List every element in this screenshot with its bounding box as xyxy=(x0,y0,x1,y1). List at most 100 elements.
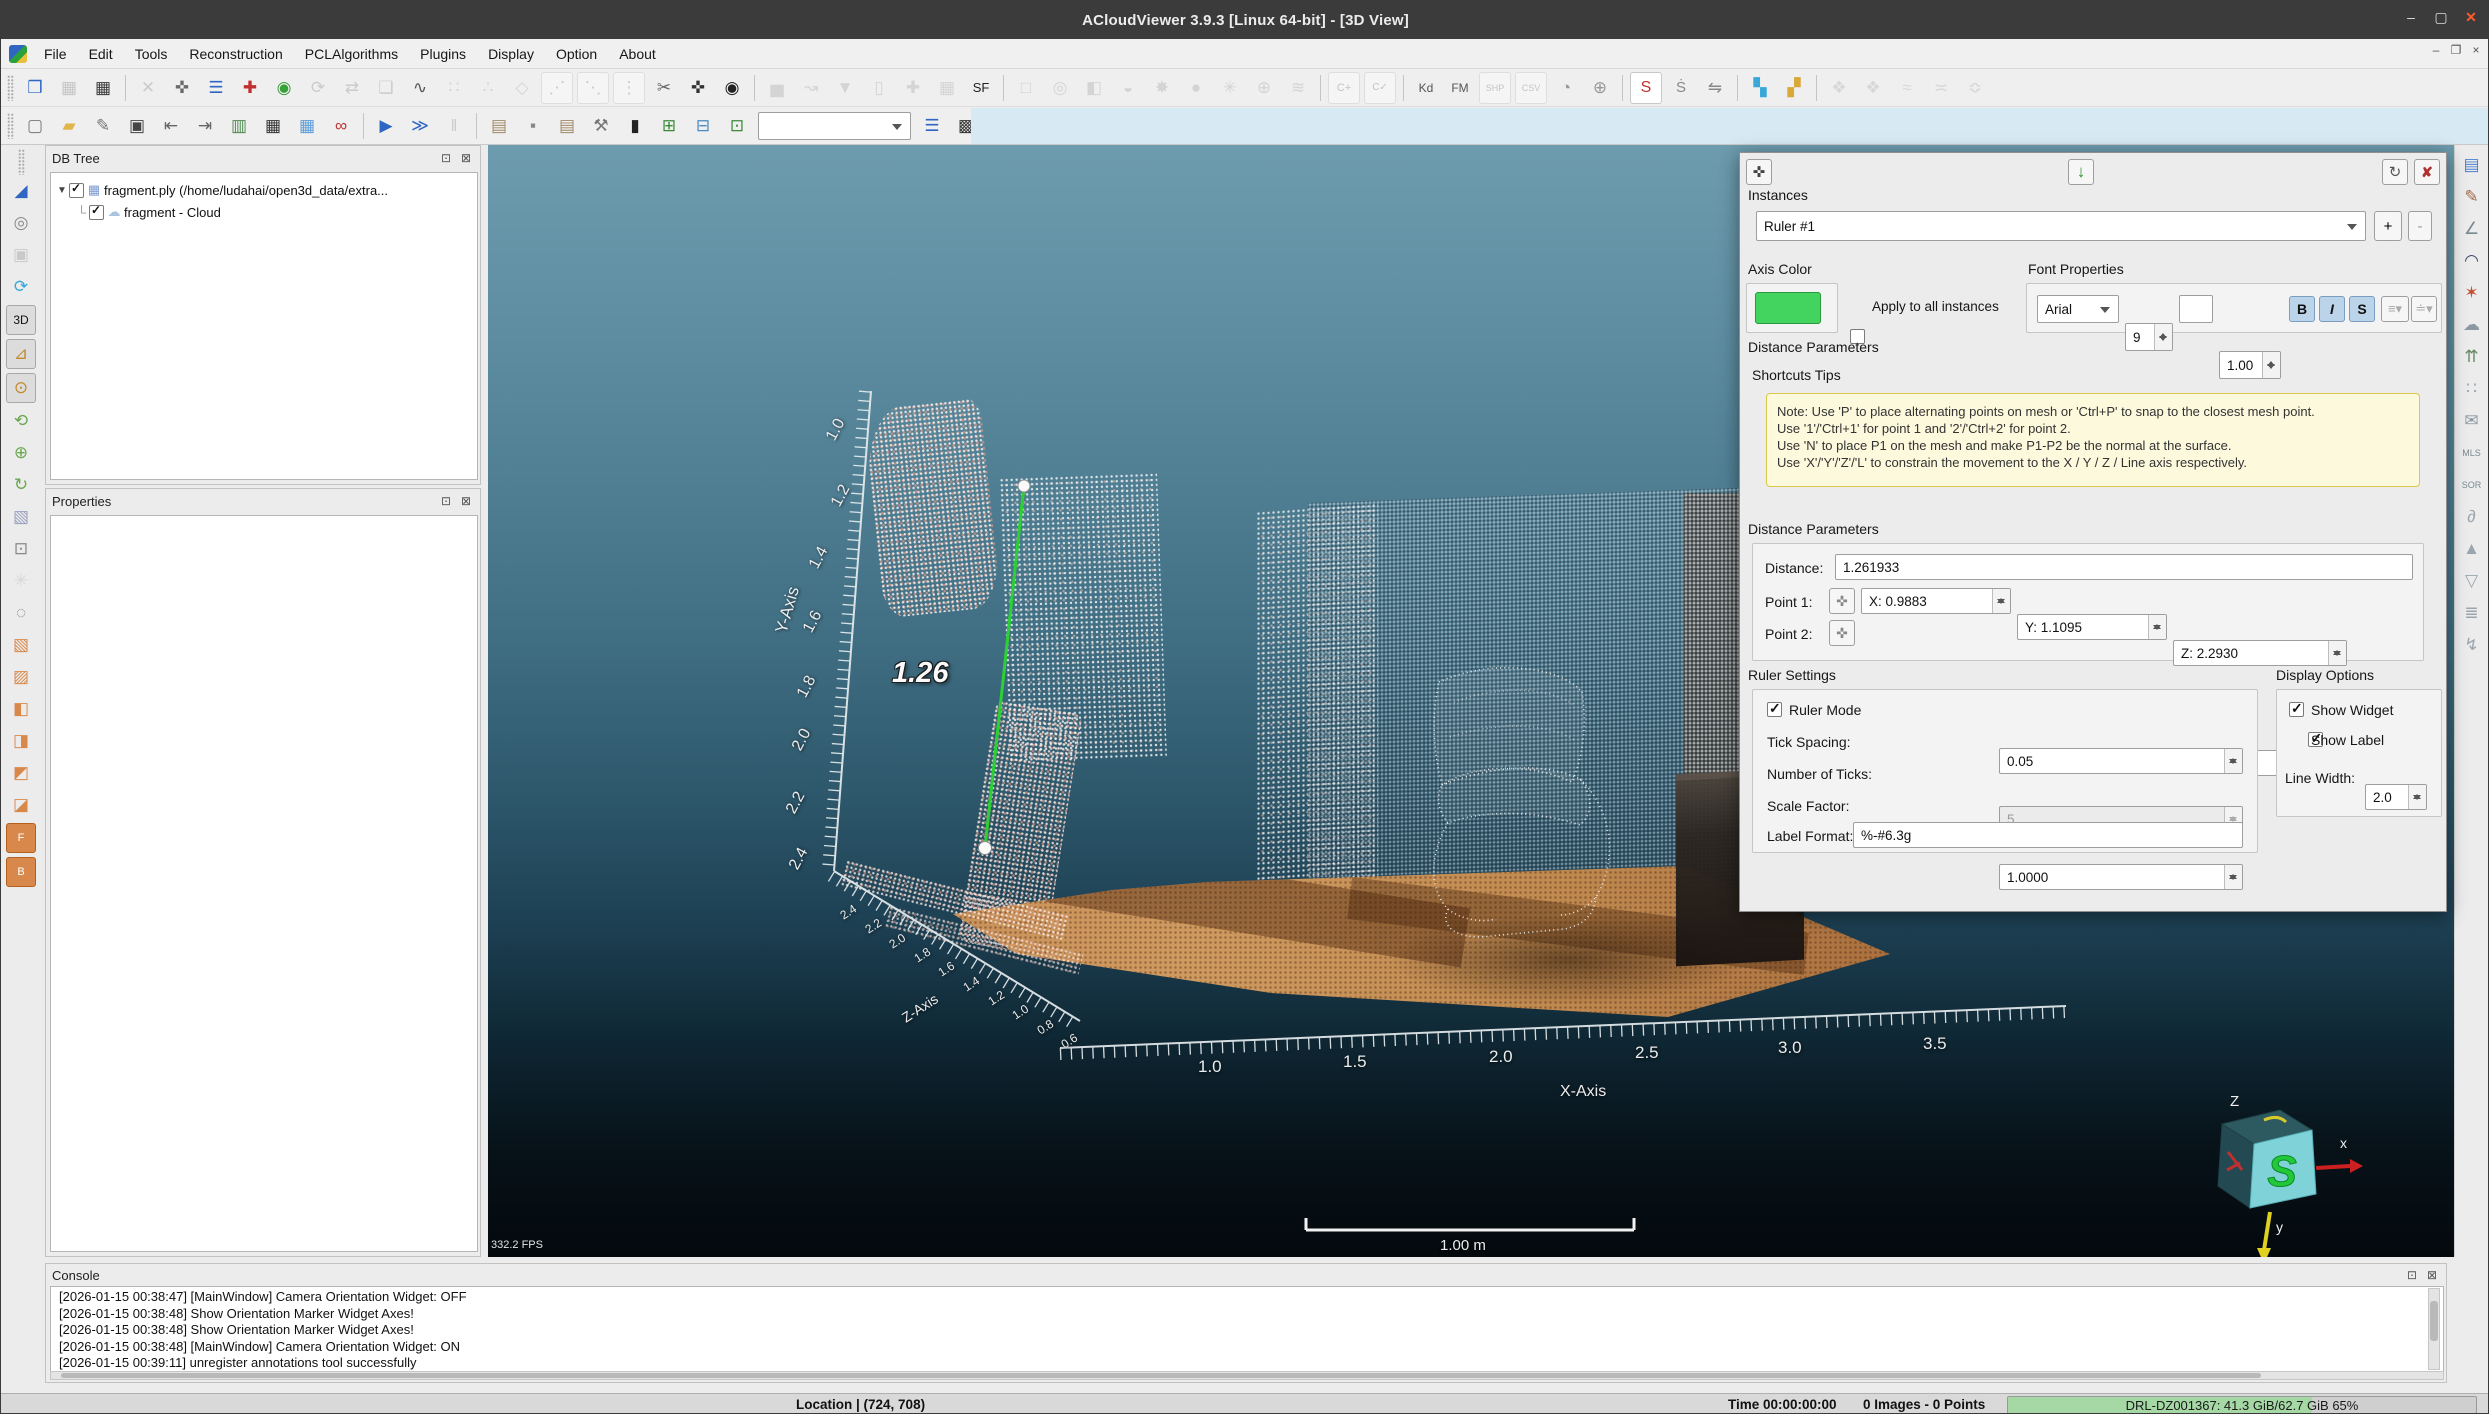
fit-view-icon[interactable]: ✳ xyxy=(7,567,35,595)
ruler-dialog[interactable]: ✜ ↓ ↻ ✘ Instances Ruler #1 + - Axis Colo… xyxy=(1739,152,2447,912)
measurement-point-2[interactable] xyxy=(979,842,992,855)
scatter-z-icon[interactable]: ⋮ xyxy=(613,72,645,104)
point1-z-spinner[interactable]: Z: 2.2930 xyxy=(2173,640,2347,666)
scatter-x-icon[interactable]: ⋰ xyxy=(541,72,573,104)
spinner-arrows-icon[interactable] xyxy=(2224,865,2242,889)
trash-icon[interactable]: ▯ xyxy=(864,73,894,103)
spinner-arrows-icon[interactable] xyxy=(2262,352,2280,378)
stats-tool-icon[interactable]: ≎ xyxy=(1960,73,1990,103)
close-panel-icon[interactable]: ⊠ xyxy=(458,150,474,166)
wire-sphere-icon[interactable]: ⊕ xyxy=(1249,73,1279,103)
box-primitive-icon[interactable]: □ xyxy=(1011,73,1041,103)
align-tool-icon[interactable]: ❖ xyxy=(1824,73,1854,103)
rotate-x-icon[interactable]: ⟲ xyxy=(7,407,35,435)
building-edit-icon[interactable]: ▤ xyxy=(552,111,582,141)
view-bottom-icon[interactable]: ◪ xyxy=(7,791,35,819)
clone-icon[interactable]: ❏ xyxy=(371,73,401,103)
font-opacity-spinner[interactable]: 1.00 xyxy=(2219,351,2281,379)
annotation-list-icon[interactable]: ☰ xyxy=(917,111,947,141)
tree-row-root[interactable]: ▼ ▦ fragment.ply (/home/ludahai/open3d_d… xyxy=(55,179,473,201)
shp-file-icon[interactable]: SHP xyxy=(1479,72,1511,104)
menu-tools[interactable]: Tools xyxy=(124,42,179,66)
spinner-arrows-icon[interactable] xyxy=(2154,324,2172,350)
console-vscrollbar[interactable] xyxy=(2428,1288,2440,1370)
axis-color-swatch[interactable] xyxy=(1755,292,1821,324)
mdi-restore-button[interactable]: ❐ xyxy=(2448,42,2464,58)
wand-icon[interactable]: ↯ xyxy=(2458,631,2486,659)
measurement-point-1[interactable] xyxy=(1018,480,1030,492)
spinner-arrows-icon[interactable] xyxy=(2224,749,2242,773)
waves-icon[interactable]: ≋ xyxy=(1283,73,1313,103)
point1-y-spinner[interactable]: Y: 1.1095 xyxy=(2017,614,2167,640)
float-panel-icon[interactable]: ⊡ xyxy=(438,150,454,166)
grid2-icon[interactable]: ≣ xyxy=(2458,599,2486,627)
calculator-icon[interactable]: ▦ xyxy=(932,73,962,103)
tree-row-child[interactable]: └ ☁ fragment - Cloud xyxy=(55,201,473,223)
front-view-cube-icon[interactable]: F xyxy=(6,823,36,853)
pick-point1-icon[interactable]: ✜ xyxy=(1829,588,1855,614)
new-file-icon[interactable]: ▢ xyxy=(20,111,50,141)
primitive-factory-icon[interactable]: ◉ xyxy=(269,73,299,103)
view-top-icon[interactable]: ▧ xyxy=(7,631,35,659)
canupo-classify-icon[interactable]: C✓ xyxy=(1364,72,1396,104)
annotation-combo[interactable] xyxy=(758,112,911,140)
menu-plugins[interactable]: Plugins xyxy=(409,42,477,66)
flame-icon[interactable]: ✶ xyxy=(2458,279,2486,307)
apply-transform-icon[interactable]: ⇄ xyxy=(337,73,367,103)
flip-arrow-icon[interactable]: ⇋ xyxy=(1700,73,1730,103)
float-panel-icon[interactable]: ⊡ xyxy=(2404,1267,2420,1283)
label-format-input[interactable]: %-#6.3g xyxy=(1853,822,2243,848)
building-add-icon[interactable]: ⊞ xyxy=(654,111,684,141)
spinner-arrows-icon[interactable] xyxy=(2328,641,2346,665)
subsample-icon[interactable]: ∷ xyxy=(439,73,469,103)
rotate-free-icon[interactable]: ↻ xyxy=(7,471,35,499)
spinner-arrows-icon[interactable] xyxy=(2408,785,2426,809)
orientation-marker-widget[interactable]: S Z x y xyxy=(2178,1090,2368,1257)
csv-file-icon[interactable]: CSV xyxy=(1515,72,1547,104)
spinner-arrows-icon[interactable] xyxy=(2148,615,2166,639)
view-front-icon[interactable]: ▨ xyxy=(7,663,35,691)
scatter-y-icon[interactable]: ⋱ xyxy=(577,72,609,104)
minimize-button[interactable]: – xyxy=(2396,5,2426,29)
profile-icon[interactable]: ↝ xyxy=(796,73,826,103)
valign-dropdown[interactable]: ≐▾ xyxy=(2411,296,2437,322)
back-view-cube-icon[interactable]: B xyxy=(6,857,36,887)
image-view-icon[interactable]: ▥ xyxy=(224,111,254,141)
sphere-core-icon[interactable]: ◎ xyxy=(1045,73,1075,103)
step-forward-icon[interactable]: ≫ xyxy=(405,111,435,141)
save-measurement-icon[interactable]: ↓ xyxy=(2068,159,2094,185)
scale-factor-spinner[interactable]: 1.0000 xyxy=(1999,864,2243,890)
panel-toggle-icon[interactable]: ▤ xyxy=(2458,151,2486,179)
graph-link-icon[interactable]: ∞ xyxy=(326,111,356,141)
canupo-create-icon[interactable]: C+ xyxy=(1328,72,1360,104)
pick-point2-icon[interactable]: ✜ xyxy=(1829,620,1855,646)
save-all-icon[interactable]: ▦ xyxy=(88,73,118,103)
m3c2-classify-icon[interactable]: ▞ xyxy=(1779,73,1809,103)
close-dialog-icon[interactable]: ✘ xyxy=(2414,159,2440,185)
distance-input[interactable]: 1.261933 xyxy=(1835,554,2413,580)
s-dots-icon[interactable]: Ṡ xyxy=(1666,73,1696,103)
compare-tool-icon[interactable]: ≍ xyxy=(1926,73,1956,103)
close-panel-icon[interactable]: ⊠ xyxy=(458,493,474,509)
add-instance-button[interactable]: + xyxy=(2374,211,2402,241)
rotate-center-icon[interactable]: ⊕ xyxy=(7,439,35,467)
view-right-icon[interactable]: ◨ xyxy=(7,727,35,755)
italic-toggle[interactable]: I xyxy=(2319,296,2345,322)
menu-reconstruction[interactable]: Reconstruction xyxy=(178,42,293,66)
save-floppy-icon[interactable]: ▣ xyxy=(122,111,152,141)
snapshot-icon[interactable]: ▣ xyxy=(7,241,35,269)
add-icon[interactable]: ✚ xyxy=(898,73,928,103)
font-size-spinner[interactable]: 9 xyxy=(2125,323,2173,351)
tree-root-checkbox[interactable] xyxy=(69,183,84,198)
measure-angle-icon[interactable]: ∠ xyxy=(2458,215,2486,243)
export2-icon[interactable]: ⇥ xyxy=(190,111,220,141)
grid-view-icon[interactable]: ▦ xyxy=(258,111,288,141)
instance-select[interactable]: Ruler #1 xyxy=(1756,211,2366,241)
star-primitive-icon[interactable]: ✳ xyxy=(1215,73,1245,103)
line-width-spinner[interactable]: 2.0 xyxy=(2365,784,2427,810)
expander-icon[interactable]: ▼ xyxy=(55,185,69,196)
bold-toggle[interactable]: B xyxy=(2289,296,2315,322)
menu-edit[interactable]: Edit xyxy=(78,42,124,66)
blob-icon[interactable]: ✸ xyxy=(1147,73,1177,103)
mls-icon[interactable]: MLS xyxy=(2458,439,2486,467)
